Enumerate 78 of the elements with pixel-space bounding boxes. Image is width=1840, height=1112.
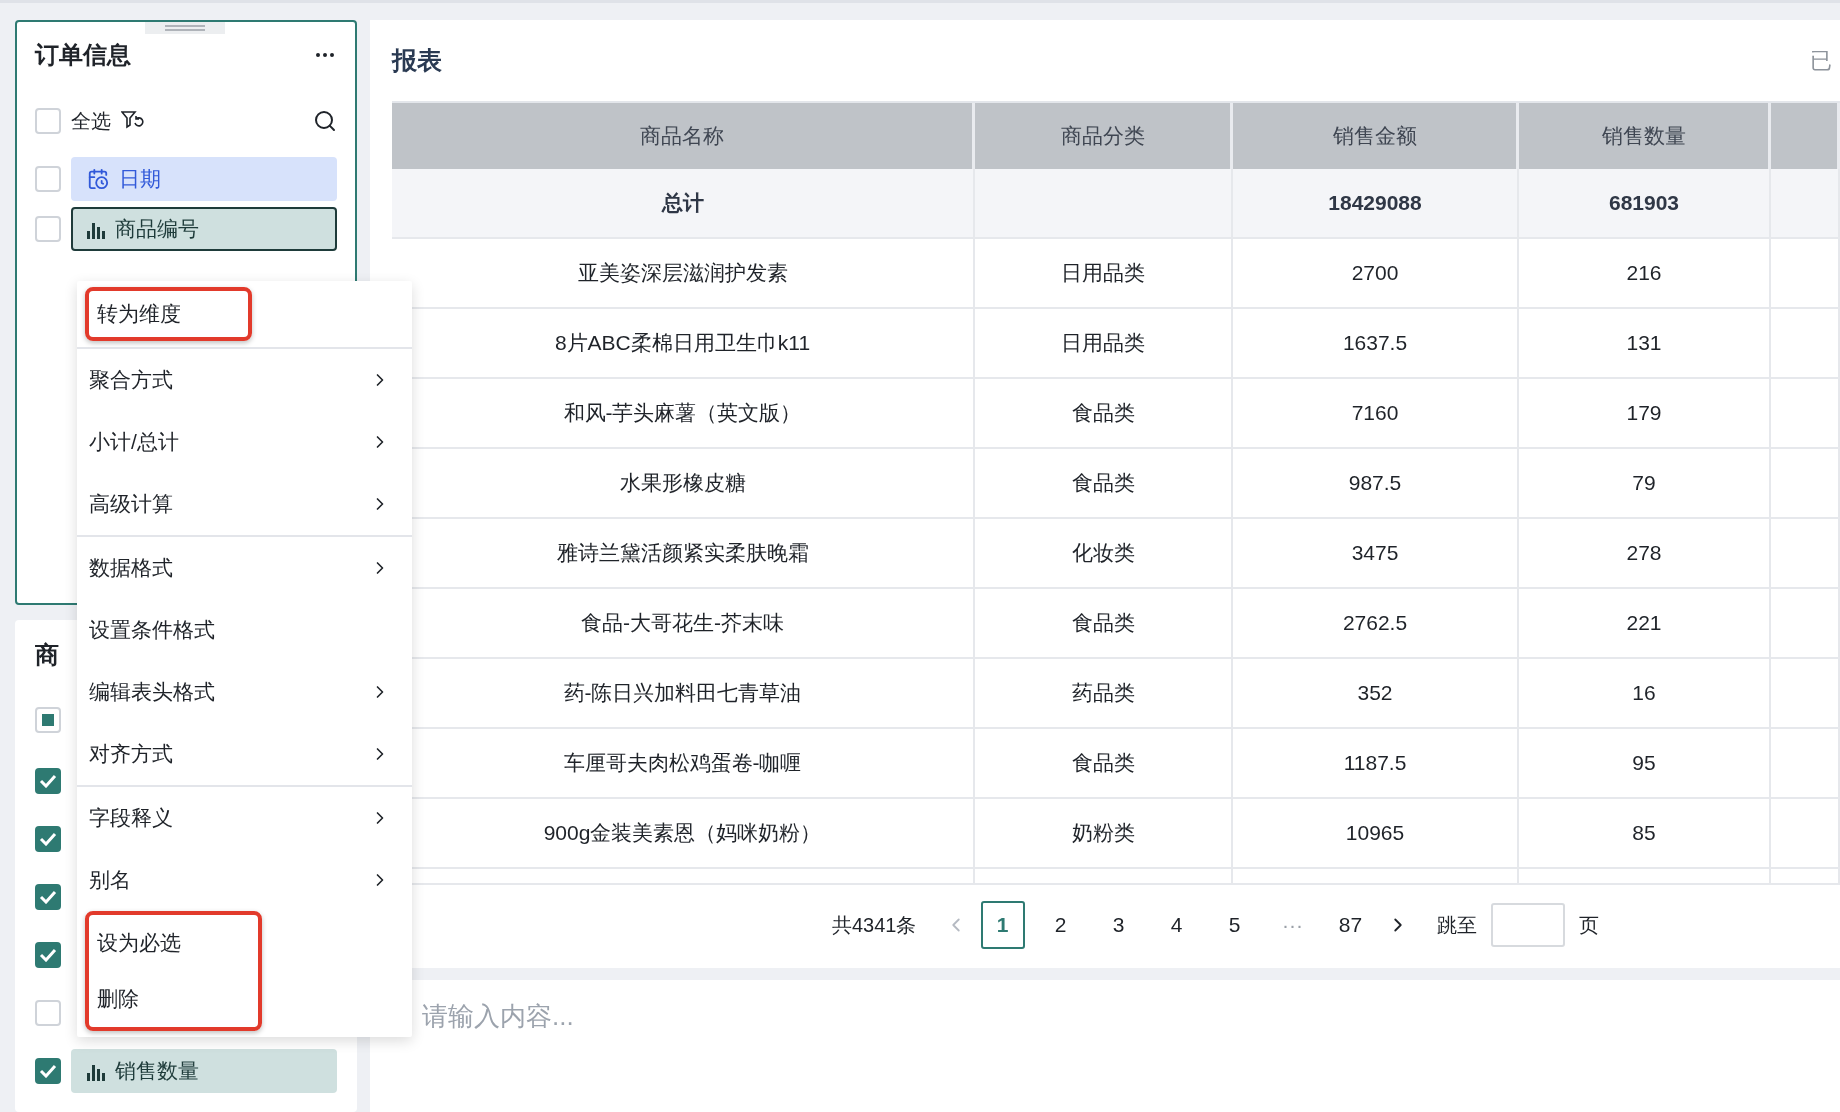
table-cell: 食品类 [975,449,1233,519]
checkmark-icon [39,890,57,904]
menu-item[interactable]: 删除 [89,971,258,1027]
page-unit: 页 [1578,912,1599,938]
table-cell: 221 [1519,589,1771,659]
table-cell [1771,309,1840,379]
search-icon[interactable] [313,109,337,133]
table-cell: 化妆类 [975,519,1233,589]
checkbox[interactable] [35,216,61,242]
table-cell: 16 [1519,659,1771,729]
checkbox[interactable] [35,166,61,192]
table-cell: 216 [1519,239,1771,309]
table-cell: 18429088 [1233,169,1519,239]
table-cell: 681903 [1519,169,1771,239]
column-header: 销售数量 [1519,103,1771,169]
table-cell: 食品类 [975,379,1233,449]
calendar-clock-icon [87,168,109,190]
field-chip[interactable]: 日期 [71,157,337,201]
table-cell: 179 [1519,379,1771,449]
table-cell: 987.5 [1233,449,1519,519]
checkmark-icon [39,774,57,788]
table-cell: 278 [1519,519,1771,589]
table-cell [1771,239,1840,309]
table-cell [1771,449,1840,519]
panel-title: 订单信息 [35,40,131,70]
select-all-label: 全选 [71,108,111,134]
column-header: 销售金额 [1233,103,1519,169]
table-cell: 日用品类 [975,239,1233,309]
table-cell: 日用品类 [975,309,1233,379]
table-cell: 总计 [392,169,975,239]
table-cell: 131 [1519,309,1771,379]
column-header: 商品分类 [975,103,1233,169]
table-cell: 85 [1519,799,1771,869]
report-title: 报表 [392,45,442,76]
menu-item[interactable]: 转为维度 [89,291,248,337]
checkbox[interactable] [35,884,61,910]
column-header: 商品名称 [392,103,975,169]
table-cell: 10965 [1233,799,1519,869]
table-cell [1771,519,1840,589]
table-cell: 2762.5 [1233,589,1519,659]
table-cell: 食品类 [975,729,1233,799]
table-cell: 1187.5 [1233,729,1519,799]
page-button[interactable]: 1 [980,901,1025,949]
table-cell [1771,589,1840,659]
drag-handle[interactable] [145,22,225,34]
field-chip[interactable]: 商品编号 [71,207,337,251]
checkbox[interactable] [35,942,61,968]
page-input[interactable] [1490,903,1565,947]
status-text: 已 [1810,46,1832,75]
table-cell: 奶粉类 [975,799,1233,869]
checkmark-icon [39,832,57,846]
table-cell: 95 [1519,729,1771,799]
jump-label: 跳至 [1436,912,1477,938]
checkmark-icon [39,1064,57,1078]
table-cell: 79 [1519,449,1771,519]
table-cell: 药品类 [975,659,1233,729]
table-cell [1771,169,1840,239]
table-cell: 2700 [1233,239,1519,309]
checkbox[interactable] [35,707,61,733]
table-cell: 352 [1233,659,1519,729]
checkbox[interactable] [35,108,61,134]
table-cell [1771,799,1840,869]
menu-item[interactable]: 设为必选 [89,915,258,971]
table-cell [1771,379,1840,449]
table-cell: 1637.5 [1233,309,1519,379]
checkmark-icon [39,948,57,962]
checkbox[interactable] [35,826,61,852]
checkbox[interactable] [35,1058,61,1084]
panel-title: 商 [35,640,59,670]
checkbox[interactable] [35,1000,61,1026]
table-cell: 食品类 [975,589,1233,659]
table-cell [1771,659,1840,729]
table-cell [1771,729,1840,799]
table-cell: 3475 [1233,519,1519,589]
field-chip[interactable]: 销售数量 [71,1049,337,1093]
checkbox[interactable] [35,768,61,794]
table-cell: 7160 [1233,379,1519,449]
total-count: 共4341条 [832,912,917,938]
